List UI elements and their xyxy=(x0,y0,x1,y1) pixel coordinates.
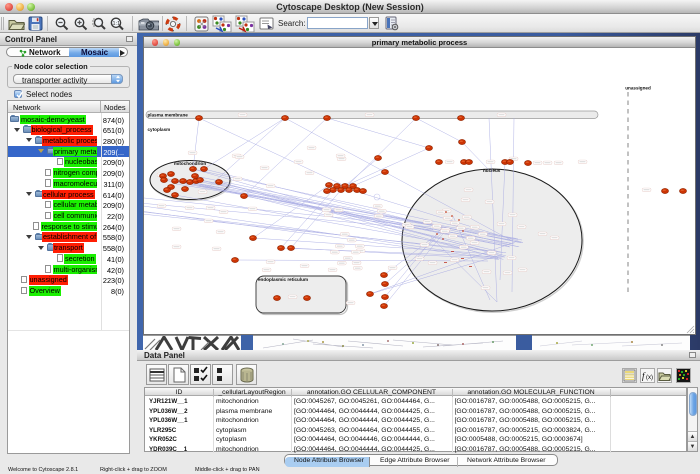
svg-text:1:1: 1:1 xyxy=(113,21,121,27)
svg-text:unassigned: unassigned xyxy=(625,86,651,91)
svg-text:(x): (x) xyxy=(646,375,653,381)
svg-text:cytoplasm: cytoplasm xyxy=(148,127,171,132)
svg-text:nucleus: nucleus xyxy=(483,168,501,173)
svg-text:mitochondrion: mitochondrion xyxy=(174,161,206,166)
svg-text:plasma membrane: plasma membrane xyxy=(148,113,189,118)
svg-text:endoplasmic reticulum: endoplasmic reticulum xyxy=(258,277,308,282)
